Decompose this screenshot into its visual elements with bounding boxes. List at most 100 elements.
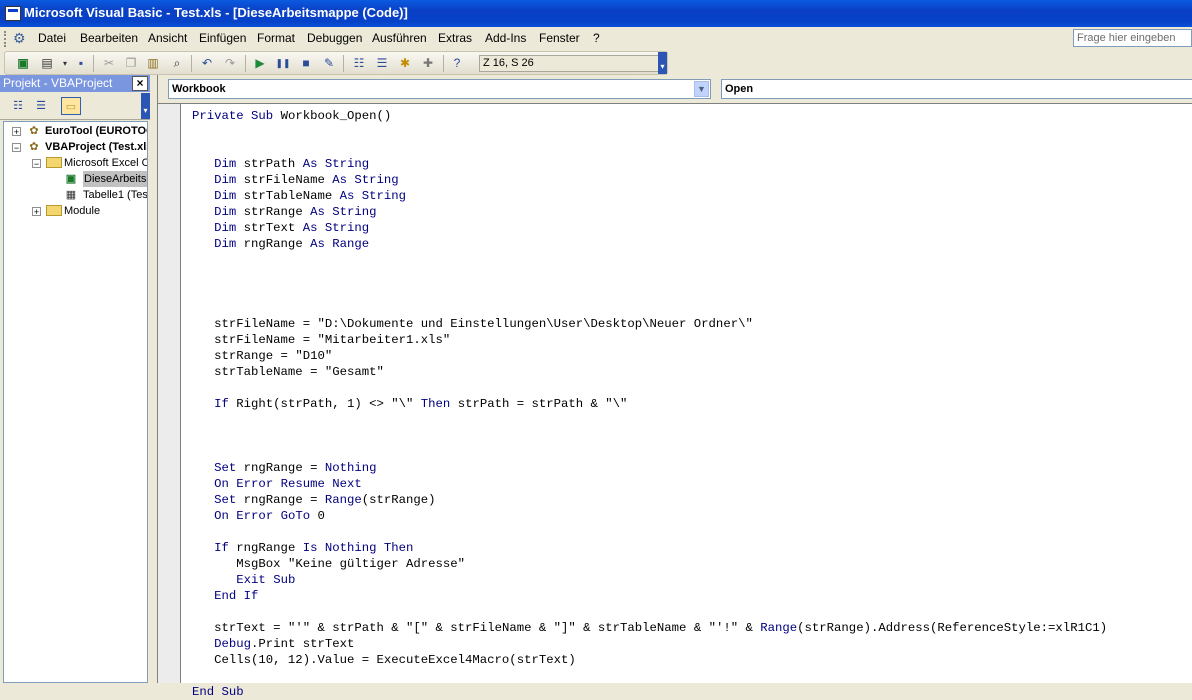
procedure-combobox[interactable]: Open xyxy=(721,79,1192,99)
panel-toolbar-options-icon[interactable]: ▾ xyxy=(141,93,150,119)
menu-datei[interactable]: Datei xyxy=(38,31,66,45)
code-line[interactable]: strTableName = "Gesamt" xyxy=(192,364,1107,380)
collapse-icon[interactable]: − xyxy=(12,143,21,153)
menu-format[interactable]: Format xyxy=(257,31,295,45)
code-line[interactable]: End If xyxy=(192,588,1107,604)
code-line[interactable] xyxy=(192,412,1107,428)
code-line[interactable] xyxy=(192,300,1107,316)
code-line[interactable] xyxy=(192,268,1107,284)
menu-fenster[interactable]: Fenster xyxy=(539,31,580,45)
code-line[interactable] xyxy=(192,252,1107,268)
expand-icon[interactable]: + xyxy=(32,207,41,217)
tree-node-diesearbeitsmappe[interactable]: ▣ DieseArbeitsmappe xyxy=(4,171,147,187)
vba-app-icon[interactable] xyxy=(5,6,21,21)
cut-icon[interactable]: ✂ xyxy=(100,55,118,72)
find-icon[interactable]: ⌕ xyxy=(168,55,186,72)
tree-node-vbaproject[interactable]: − ✿ VBAProject (Test.xls) xyxy=(4,139,147,155)
code-line[interactable]: Cells(10, 12).Value = ExecuteExcel4Macro… xyxy=(192,652,1107,668)
code-line[interactable]: On Error GoTo 0 xyxy=(192,508,1107,524)
code-line[interactable]: strFileName = "D:\Dokumente und Einstell… xyxy=(192,316,1107,332)
code-line[interactable]: If Right(strPath, 1) <> "\" Then strPath… xyxy=(192,396,1107,412)
code-line[interactable]: Dim strRange As String xyxy=(192,204,1107,220)
paste-icon[interactable]: ▥ xyxy=(144,55,162,72)
code-line[interactable]: strRange = "D10" xyxy=(192,348,1107,364)
copy-icon[interactable]: ❐ xyxy=(122,55,140,72)
run-icon[interactable]: ▶ xyxy=(251,55,269,72)
save-icon[interactable]: ▪ xyxy=(72,55,90,72)
tree-node-tabelle1[interactable]: ▦ Tabelle1 (Tesamt) xyxy=(4,187,147,203)
tree-node-module[interactable]: + Module xyxy=(4,203,147,219)
toolbar-separator xyxy=(191,55,192,72)
vba-keyword: Private xyxy=(192,109,244,123)
code-line[interactable]: Dim strFileName As String xyxy=(192,172,1107,188)
object-browser-icon[interactable]: ✱ xyxy=(396,55,414,72)
code-line[interactable]: Dim strText As String xyxy=(192,220,1107,236)
view-code-icon[interactable]: ☷ xyxy=(8,97,28,115)
menu-ansicht[interactable]: Ansicht xyxy=(148,31,187,45)
code-line[interactable] xyxy=(192,444,1107,460)
menu-grip-handle[interactable] xyxy=(4,31,9,47)
excel-view-icon[interactable]: ⚙ xyxy=(13,30,30,46)
panel-splitter[interactable] xyxy=(150,75,157,683)
tree-node-eurotool[interactable]: + ✿ EuroTool (EUROTOOL.XLA) xyxy=(4,123,147,139)
properties-icon[interactable]: ☰ xyxy=(373,55,391,72)
code-line[interactable] xyxy=(192,604,1107,620)
redo-icon[interactable]: ↷ xyxy=(221,55,239,72)
toggle-folders-icon[interactable]: ▭ xyxy=(61,97,81,115)
code-line[interactable] xyxy=(192,668,1107,684)
code-line[interactable]: Debug.Print strText xyxy=(192,636,1107,652)
code-line[interactable]: End Sub xyxy=(192,684,1107,700)
vba-keyword: On xyxy=(214,477,229,491)
code-line[interactable]: Dim strTableName As String xyxy=(192,188,1107,204)
menu-help[interactable]: ? xyxy=(593,31,600,45)
code-line[interactable]: Private Sub Workbook_Open() xyxy=(192,108,1107,124)
toolbox-icon[interactable]: ✚ xyxy=(419,55,437,72)
menu-extras[interactable]: Extras xyxy=(438,31,472,45)
menu-add-ins[interactable]: Add-Ins xyxy=(485,31,526,45)
code-editor[interactable]: Private Sub Workbook_Open() Dim strPath … xyxy=(192,108,1107,700)
code-line[interactable]: strText = "'" & strPath & "[" & strFileN… xyxy=(192,620,1107,636)
help-icon[interactable]: ? xyxy=(448,55,466,72)
tree-node-label: Module xyxy=(64,205,101,217)
code-line[interactable]: If rngRange Is Nothing Then xyxy=(192,540,1107,556)
menu-debuggen[interactable]: Debuggen xyxy=(307,31,362,45)
insert-userform-icon[interactable]: ▤ xyxy=(38,55,56,72)
project-explorer-icon[interactable]: ☷ xyxy=(350,55,368,72)
code-line[interactable] xyxy=(192,380,1107,396)
menu-bearbeiten[interactable]: Bearbeiten xyxy=(80,31,138,45)
code-line[interactable]: Dim rngRange As Range xyxy=(192,236,1107,252)
view-excel-icon[interactable]: ▣ xyxy=(14,55,32,72)
undo-icon[interactable]: ↶ xyxy=(198,55,216,72)
code-line[interactable] xyxy=(192,524,1107,540)
worksheet-icon: ▦ xyxy=(65,189,77,201)
vba-keyword: End xyxy=(214,589,237,603)
view-object-icon[interactable]: ☰ xyxy=(31,97,51,115)
close-icon[interactable]: × xyxy=(132,76,148,91)
code-line[interactable] xyxy=(192,140,1107,156)
code-line[interactable]: Set rngRange = Nothing xyxy=(192,460,1107,476)
code-line[interactable]: MsgBox "Keine gültiger Adresse" xyxy=(192,556,1107,572)
code-line[interactable]: strFileName = "Mitarbeiter1.xls" xyxy=(192,332,1107,348)
code-line[interactable] xyxy=(192,124,1107,140)
design-mode-icon[interactable]: ✎ xyxy=(320,55,338,72)
break-icon[interactable]: ❚❚ xyxy=(274,55,292,72)
code-line[interactable]: Exit Sub xyxy=(192,572,1107,588)
folder-icon xyxy=(46,205,62,216)
chevron-down-icon[interactable]: ▼ xyxy=(694,81,709,97)
menu-einfuegen[interactable]: Einfügen xyxy=(199,31,246,45)
reset-icon[interactable]: ■ xyxy=(297,55,315,72)
code-line[interactable]: Dim strPath As String xyxy=(192,156,1107,172)
code-line[interactable] xyxy=(192,428,1107,444)
code-margin-indicator-bar[interactable] xyxy=(158,104,181,683)
object-combobox[interactable]: Workbook ▼ xyxy=(168,79,711,99)
collapse-icon[interactable]: − xyxy=(32,159,41,169)
code-line[interactable]: Set rngRange = Range(strRange) xyxy=(192,492,1107,508)
menu-ausfuehren[interactable]: Ausführen xyxy=(372,31,427,45)
code-line[interactable] xyxy=(192,284,1107,300)
code-line[interactable]: On Error Resume Next xyxy=(192,476,1107,492)
help-search-input[interactable]: Frage hier eingeben xyxy=(1073,29,1192,47)
toolbar-options-icon[interactable]: ▾ xyxy=(658,52,667,74)
tree-node-excel-objects[interactable]: − Microsoft Excel Objekte xyxy=(4,155,147,171)
expand-icon[interactable]: + xyxy=(12,127,21,137)
vba-keyword: Dim xyxy=(214,221,237,235)
